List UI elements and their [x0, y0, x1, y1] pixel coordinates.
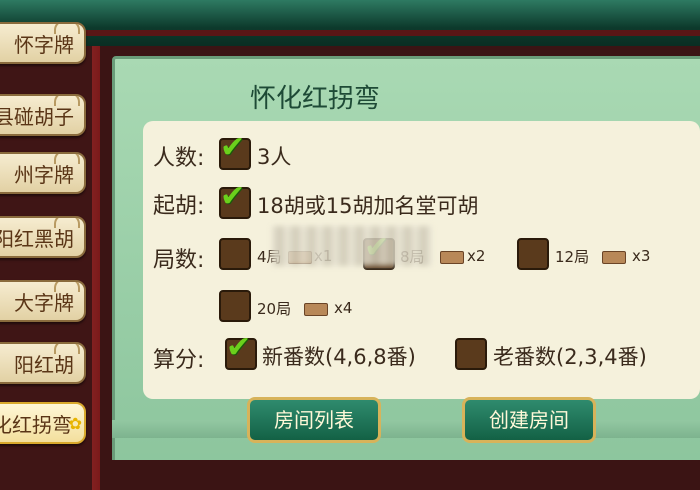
- sidebar-item-yang-hong-hei-hu[interactable]: 阳红黑胡: [0, 216, 86, 258]
- cloud-ornament-icon: [54, 154, 80, 164]
- check-icon: ✔: [220, 179, 246, 214]
- blurred-region: [272, 226, 432, 266]
- room-card-icon: [304, 303, 328, 316]
- scoring-new-option: 新番数(4,6,8番): [262, 345, 416, 369]
- sidebar-item-yang-hong-hu[interactable]: 阳红胡: [0, 342, 86, 384]
- sidebar: 怀字牌 县碰胡子 州字牌 阳红黑胡 大字牌 阳红胡 化红拐弯 ✿: [0, 22, 92, 490]
- sidebar-item-label: 大字牌: [14, 291, 74, 315]
- rounds-12-multiplier: x3: [632, 247, 651, 265]
- sidebar-item-label: 阳红黑胡: [0, 227, 74, 251]
- rounds-20-option: 20局: [257, 300, 292, 318]
- flower-icon: ✿: [68, 414, 82, 433]
- check-icon: ✔: [220, 130, 246, 165]
- scoring-old-checkbox[interactable]: [455, 338, 487, 370]
- room-card-icon: [602, 251, 626, 264]
- sidebar-item-zhou-zi-pai[interactable]: 州字牌: [0, 152, 86, 194]
- sidebar-item-da-zi-pai[interactable]: 大字牌: [0, 280, 86, 322]
- scoring-label: 算分:: [153, 348, 205, 373]
- page-title: 怀化红拐弯: [250, 84, 381, 114]
- room-list-button[interactable]: 房间列表: [247, 397, 381, 443]
- rounds-20-multiplier: x4: [334, 299, 353, 317]
- cloud-ornament-icon: [54, 24, 80, 34]
- rounds-20-checkbox[interactable]: [219, 290, 251, 322]
- players-checkbox[interactable]: ✔: [219, 130, 251, 170]
- start-hu-checkbox[interactable]: ✔: [219, 179, 251, 219]
- cloud-ornament-icon: [54, 96, 80, 106]
- room-card-icon: [440, 251, 464, 264]
- cloud-ornament-icon: [54, 218, 80, 228]
- sidebar-item-label: 县碰胡子: [0, 105, 74, 129]
- players-label: 人数:: [153, 146, 205, 171]
- start-hu-label: 起胡:: [153, 194, 205, 219]
- bottom-frame: [100, 460, 700, 490]
- sidebar-item-label: 化红拐弯: [0, 413, 72, 437]
- rounds-12-option: 12局: [555, 248, 590, 266]
- landscape-decoration: [112, 420, 700, 438]
- cloud-ornament-icon: [54, 282, 80, 292]
- create-room-button[interactable]: 创建房间: [462, 397, 596, 443]
- rounds-8-multiplier: x2: [467, 247, 486, 265]
- sidebar-item-xian-peng-hu-zi[interactable]: 县碰胡子: [0, 94, 86, 136]
- sidebar-item-label: 州字牌: [14, 163, 74, 187]
- check-icon: ✔: [226, 330, 252, 365]
- scoring-new-checkbox[interactable]: ✔: [225, 330, 257, 370]
- top-frame: [0, 0, 700, 49]
- scoring-old-option: 老番数(2,3,4番): [493, 345, 647, 369]
- cloud-ornament-icon: [54, 344, 80, 354]
- rounds-12-checkbox[interactable]: [517, 238, 549, 270]
- sidebar-item-label: 怀字牌: [14, 33, 74, 57]
- rounds-label: 局数:: [153, 248, 205, 273]
- rounds-4-checkbox[interactable]: [219, 238, 251, 270]
- players-option: 3人: [257, 145, 292, 169]
- start-hu-option: 18胡或15胡加名堂可胡: [257, 194, 479, 218]
- sidebar-item-label: 阳红胡: [14, 353, 74, 377]
- sidebar-item-huai-zi-pai[interactable]: 怀字牌: [0, 22, 86, 64]
- sidebar-item-hua-hong-guai-wan[interactable]: 化红拐弯 ✿: [0, 402, 86, 444]
